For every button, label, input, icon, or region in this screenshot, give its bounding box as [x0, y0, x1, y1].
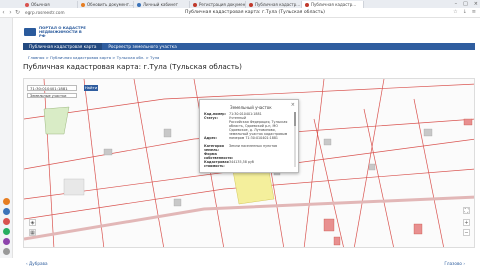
favicon-icon [249, 2, 253, 7]
breadcrumb[interactable]: Главная > Публичная кадастровая карта > … [28, 55, 159, 60]
browser-tabbar: Обычная Обновить документ… Личный кабинет Р… [0, 0, 480, 8]
popup-row: Категория земель: Земли населенных пункто… [204, 144, 292, 152]
popup-scrollbar[interactable] [294, 112, 296, 167]
favicon-icon [193, 2, 197, 7]
maximize-icon[interactable]: □ [463, 1, 468, 7]
layer-select[interactable]: Земельные участки [27, 93, 77, 98]
popup-value [229, 136, 292, 140]
reload-icon[interactable]: ↻ [14, 9, 21, 16]
parcel-info-popup: Земельный участок × Кад.номер: 71:30:0104… [199, 99, 299, 173]
window-controls: – □ × [455, 0, 478, 8]
zoom-out-icon[interactable]: − [463, 229, 470, 236]
favicon-icon [25, 2, 29, 7]
popup-value: 344135,58 руб [229, 160, 254, 164]
popup-title: Земельный участок [230, 105, 272, 110]
popup-row: Адрес: [204, 136, 292, 140]
menu-item-public-map[interactable]: Публичная кадастровая карта [23, 43, 103, 50]
tab-1[interactable]: Обновить документ… [78, 1, 134, 8]
tab-label: Личный кабинет [143, 2, 178, 7]
sidebar-app-icon[interactable] [3, 218, 10, 225]
bookmark-icon[interactable]: ☆ [453, 9, 457, 15]
tab-label: Обновить документ… [87, 2, 134, 7]
back-icon[interactable]: ‹ [0, 9, 7, 16]
favicon-icon [81, 2, 85, 7]
tab-5[interactable]: Публичная кадастр… [302, 1, 364, 8]
layers-icon[interactable]: ◈ [29, 219, 36, 226]
favicon-icon [305, 2, 309, 7]
tab-2[interactable]: Личный кабинет [134, 1, 190, 8]
menu-icon[interactable]: ≡ [472, 9, 476, 15]
tab-3[interactable]: Регистрация докумен… [190, 1, 246, 8]
search-button[interactable]: Найти [84, 85, 98, 91]
url-field[interactable]: egrp.rosreestr.com [25, 10, 125, 15]
popup-key: Адрес: [204, 136, 218, 140]
basemap-icon[interactable]: ▦ [29, 229, 36, 236]
tab-0[interactable]: Обычная [22, 1, 78, 8]
tab-label: Публичная кадастр… [255, 2, 301, 7]
fullscreen-icon[interactable]: ⛶ [463, 207, 470, 214]
tab-strip: Обычная Обновить документ… Личный кабинет Р… [22, 1, 420, 8]
browser-sidebar [0, 18, 13, 258]
logo-text: ПОРТАЛ О КАДАСТРЕ НЕДВИЖИМОСТИ В РФ [39, 25, 86, 39]
popup-key: Категория земель: [204, 144, 224, 152]
sidebar-app-icon[interactable] [3, 208, 10, 215]
address-bar: ‹ › ↻ egrp.rosreestr.com Публичная кадас… [0, 8, 480, 18]
sidebar-app-icon[interactable] [3, 198, 10, 205]
logo-icon [24, 28, 36, 37]
cadastral-search-input[interactable]: 71:30:010401:1881 [27, 85, 77, 91]
tab-4[interactable]: Публичная кадастр… [246, 1, 302, 8]
popup-value [229, 152, 292, 160]
zoom-in-icon[interactable]: + [463, 219, 470, 226]
page-content: ПОРТАЛ О КАДАСТРЕ НЕДВИЖИМОСТИ В РФ Публ… [13, 18, 480, 266]
sidebar-app-icon[interactable] [3, 228, 10, 235]
sidebar-app-icon[interactable] [3, 238, 10, 245]
tab-label: Регистрация докумен… [199, 2, 246, 7]
popup-key: Форма собственности: [204, 152, 234, 160]
sidebar-settings-icon[interactable] [3, 248, 10, 255]
forward-icon[interactable]: › [7, 9, 14, 16]
popup-row: Кадастровая стоимость: 344135,58 руб [204, 160, 292, 168]
minimize-icon[interactable]: – [455, 1, 458, 7]
popup-row: Форма собственности: [204, 152, 292, 160]
page-title: Публичная кадастровая карта: г.Тула (Тул… [23, 62, 242, 71]
menu-item-land-plot[interactable]: Росреестр земельного участка [102, 44, 182, 49]
download-icon[interactable]: ↓ [463, 9, 467, 15]
browser-toolbar: ☆ ↓ ≡ [453, 9, 476, 15]
next-locality-link[interactable]: Глазово › [444, 261, 465, 266]
prev-locality-link[interactable]: ‹ Дубрава [26, 261, 48, 266]
popup-key: Кадастровая стоимость: [204, 160, 229, 168]
tab-label: Обычная [31, 2, 50, 7]
favicon-icon [137, 2, 141, 7]
window-page-title: Публичная кадастровая карта: г.Тула (Тул… [185, 10, 325, 15]
close-icon[interactable]: × [291, 102, 295, 108]
main-menu: Публичная кадастровая карта Росреестр зе… [23, 43, 475, 50]
cadastral-map[interactable]: 71:30:010401:1881 Найти Земельные участк… [23, 78, 475, 248]
site-logo[interactable]: ПОРТАЛ О КАДАСТРЕ НЕДВИЖИМОСТИ В РФ [24, 25, 89, 39]
tab-label: Публичная кадастр… [311, 2, 357, 7]
popup-value: Земли населенных пунктов [229, 144, 278, 148]
close-icon[interactable]: × [474, 1, 478, 7]
